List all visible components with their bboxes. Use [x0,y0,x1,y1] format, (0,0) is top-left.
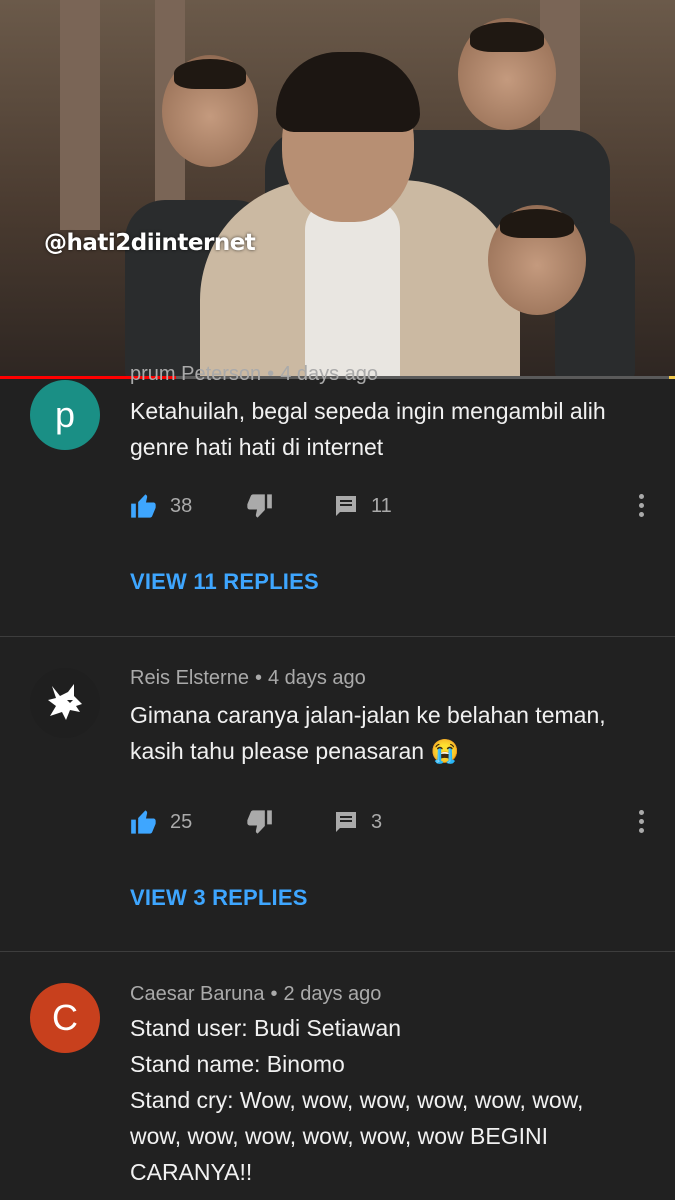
comment-text-line: CARANYA!! [130,1159,253,1185]
person-shirt [305,200,400,378]
comment-meta: Caesar Baruna • 2 days ago [130,983,381,1006]
wolf-logo-icon [48,684,82,720]
thumbs-up-icon [131,494,156,518]
comment-text-line: kasih tahu please penasaran [130,738,425,764]
comment-meta: prum Peterson • 4 days ago [130,363,378,386]
meta-separator: • [254,667,262,689]
like-button[interactable]: 25 [130,807,192,837]
comment-actions: 25 3 [130,807,660,837]
comment-text: Stand user: Budi Setiawan Stand name: Bi… [130,1010,660,1190]
dislike-button[interactable] [245,807,273,837]
dislike-button[interactable] [245,491,273,521]
comment-time: 4 days ago [267,667,366,689]
meta-separator: • [270,983,278,1005]
face-sticker [458,18,556,130]
view-replies-link[interactable]: VIEW 11 REPLIES [130,569,319,595]
comment-author[interactable]: Reis Elsterne [130,667,249,689]
more-vertical-icon[interactable] [638,494,644,518]
comment-icon [336,496,356,516]
reply-button[interactable]: 3 [333,807,382,837]
reply-count: 3 [371,810,383,833]
background-wall [60,0,100,230]
thumbs-down-icon [247,810,272,834]
face-sticker [488,205,586,315]
avatar-letter: p [54,394,76,435]
comment-text-line: Gimana caranya jalan-jalan ke belahan te… [130,702,606,728]
comment-item: Reis Elsterne • 4 days ago Gimana caranya … [0,637,675,951]
avatar[interactable]: p [30,380,100,450]
video-player[interactable]: @hati2diinternet [0,0,675,378]
comment-time: 4 days ago [280,363,379,385]
comment-text-line: Stand name: Binomo [130,1051,345,1077]
comment-icon [336,812,356,832]
face-sticker [162,55,258,167]
comment-text: Ketahuilah, begal sepeda ingin mengambil… [130,398,606,460]
thumbs-up-icon [131,810,156,834]
comment-text-line: Stand cry: Wow, wow, wow, wow, wow, wow, [130,1087,584,1113]
avatar[interactable]: C [30,983,100,1053]
comment-text: Gimana caranya jalan-jalan ke belahan te… [130,697,650,769]
comment-actions: 38 11 [130,491,660,521]
more-vertical-icon[interactable] [638,810,644,834]
comment-text-line: wow, wow, wow, wow, wow, wow BEGINI [130,1123,548,1149]
comment-text-line: Stand user: Budi Setiawan [130,1015,402,1041]
comment-item: C Caesar Baruna • 2 days ago Stand user: B… [0,952,675,1200]
like-count: 38 [170,494,193,517]
comment-meta: Reis Elsterne • 4 days ago [130,667,366,690]
like-button[interactable]: 38 [130,491,192,521]
thumbs-down-icon [247,494,272,518]
crying-face-emoji: 😭 [430,738,460,764]
meta-separator: • [267,363,275,385]
person-hair [276,52,420,132]
reply-button[interactable]: 11 [333,491,392,521]
comment-item: p prum Peterson • 4 days ago Ketahuilah, b… [0,363,675,637]
avatar[interactable] [30,668,100,738]
comment-author[interactable]: Caesar Baruna [130,983,265,1005]
comment-time: 2 days ago [283,983,382,1005]
like-count: 25 [170,810,193,833]
view-replies-link[interactable]: VIEW 3 REPLIES [130,885,308,911]
reply-count: 11 [371,494,392,517]
video-watermark: @hati2diinternet [44,230,256,256]
comment-author[interactable]: prum Peterson [130,363,261,385]
avatar-letter: C [52,997,78,1038]
